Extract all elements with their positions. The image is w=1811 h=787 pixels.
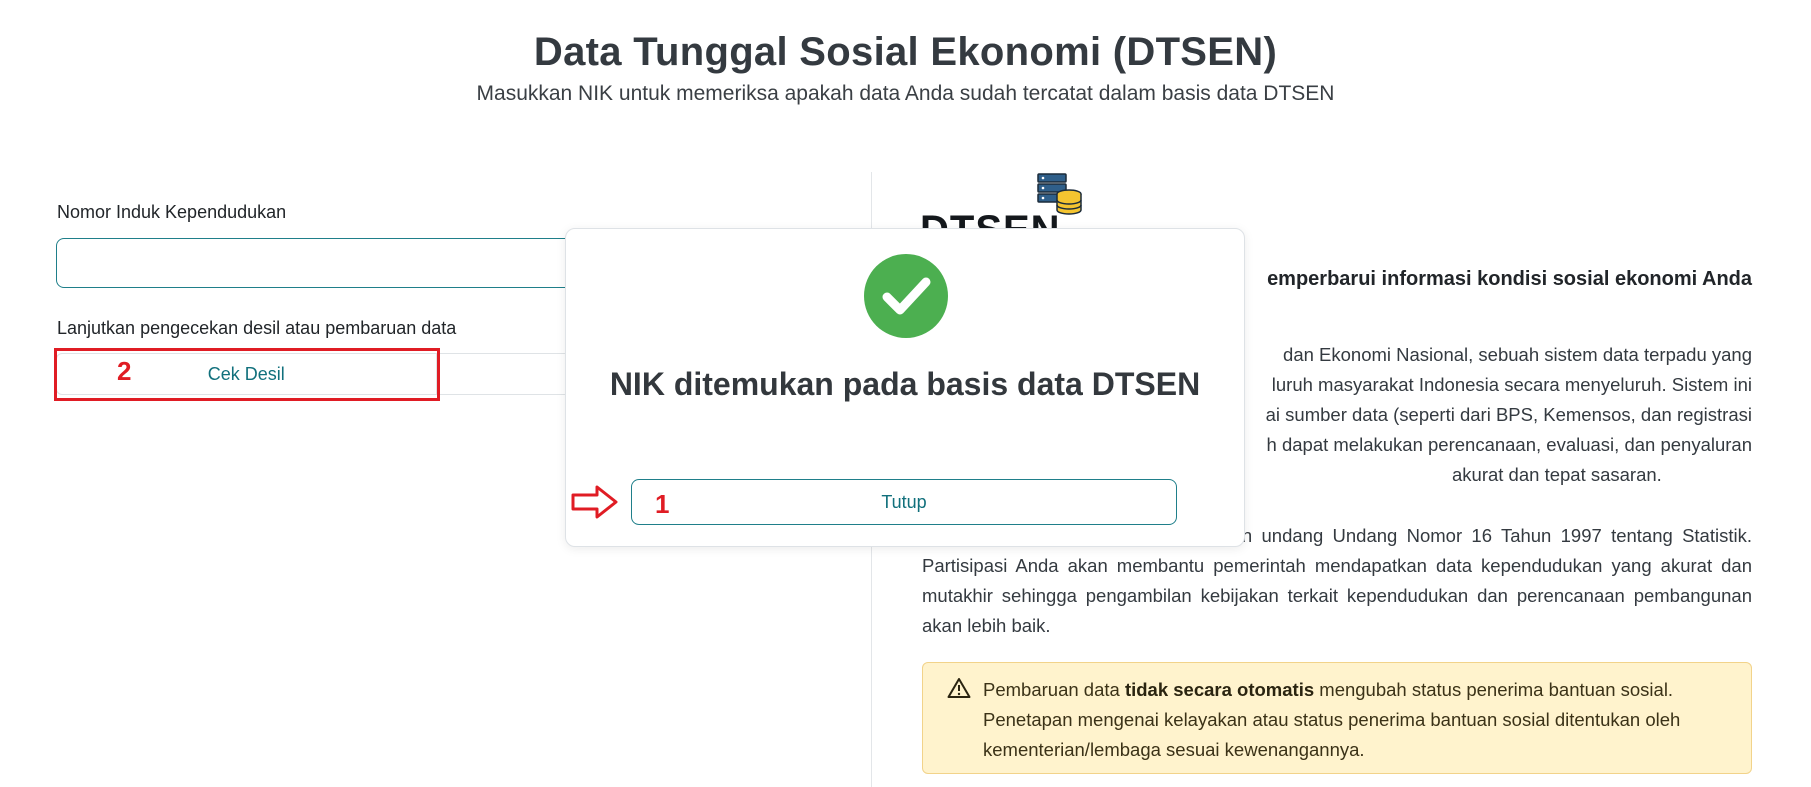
modal-title: NIK ditemukan pada basis data DTSEN: [609, 366, 1201, 402]
annotation-highlight-box: [54, 348, 440, 401]
nik-label: Nomor Induk Kependudukan: [57, 202, 287, 222]
page: Data Tunggal Sosial Ekonomi (DTSEN) Masu…: [0, 0, 1811, 787]
annotation-step-2: 2: [117, 356, 132, 386]
alert-text-prefix: Pembaruan data: [983, 679, 1125, 700]
warning-triangle-icon: [947, 678, 971, 698]
database-server-icon: [1037, 173, 1082, 215]
continue-label: Lanjutkan pengecekan desil atau pembarua…: [57, 318, 457, 338]
page-title: Data Tunggal Sosial Ekonomi (DTSEN): [533, 30, 1278, 74]
page-subtitle: Masukkan NIK untuk memeriksa apakah data…: [476, 82, 1335, 105]
annotation-step-1: 1: [655, 489, 670, 519]
annotation-arrow-icon: [571, 485, 618, 519]
close-button[interactable]: Tutup: [631, 479, 1177, 525]
alert-text-bold: tidak secara otomatis: [1124, 679, 1315, 700]
check-circle-icon: [864, 254, 948, 338]
warning-alert: Pembaruan data tidak secara otomatis men…: [922, 662, 1752, 774]
alert-text: Pembaruan data tidak secara otomatis men…: [983, 675, 1731, 765]
